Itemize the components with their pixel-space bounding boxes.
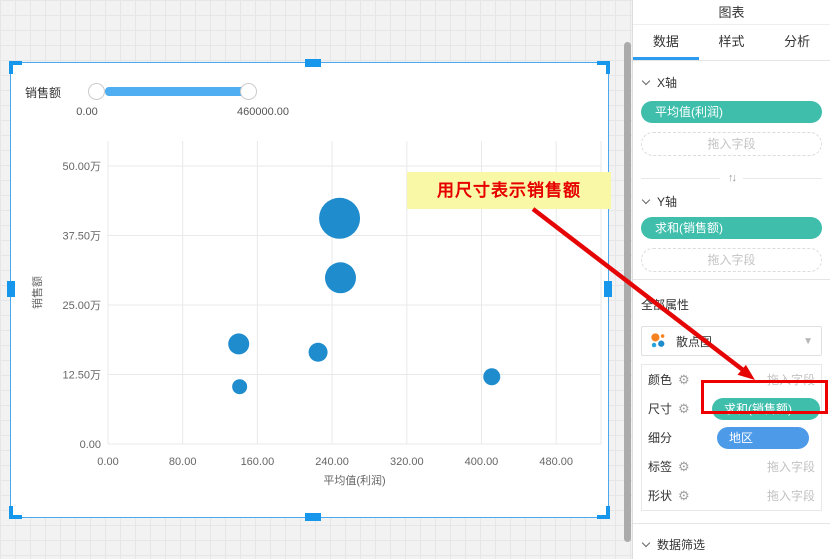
properties-box: 颜色 ⚙ 拖入字段 尺寸 ⚙ 求和(销售额) 细分 地区 标签 ⚙ (641, 364, 822, 511)
panel-tabs: 数据 样式 分析 (633, 25, 830, 61)
x-axis-header[interactable]: X轴 (641, 75, 822, 89)
gear-icon[interactable]: ⚙ (678, 488, 690, 504)
y-axis-header[interactable]: Y轴 (641, 194, 822, 208)
resize-handle-top-right[interactable] (597, 61, 610, 74)
data-filter-section: 数据筛选 (633, 537, 830, 551)
design-canvas[interactable]: 销售额 0.00 460000.00 0.0080.00160.00240.00… (0, 0, 632, 559)
y-axis-field-pill[interactable]: 求和(销售额) (641, 217, 822, 239)
chevron-down-icon (642, 538, 650, 546)
chart-type-dropdown[interactable]: 散点图 ▼ (641, 326, 822, 356)
chevron-down-icon (642, 195, 650, 203)
svg-text:销售额: 销售额 (30, 276, 44, 309)
resize-handle-bottom[interactable] (305, 513, 321, 521)
svg-text:0.00: 0.00 (97, 456, 118, 468)
svg-text:80.00: 80.00 (169, 456, 197, 468)
y-axis-dropzone[interactable]: 拖入字段 (641, 248, 822, 272)
data-filter-header[interactable]: 数据筛选 (641, 537, 822, 551)
data-filter-label: 数据筛选 (657, 536, 705, 553)
svg-text:320.00: 320.00 (390, 456, 424, 468)
resize-handle-right[interactable] (604, 281, 612, 297)
resize-handle-bottom-left[interactable] (9, 506, 22, 519)
svg-text:400.00: 400.00 (465, 456, 499, 468)
color-dropzone[interactable]: 拖入字段 (767, 371, 815, 388)
size-pill-highlight-area: 求和(销售额) (709, 395, 825, 423)
svg-text:25.00万: 25.00万 (62, 300, 101, 312)
property-row-subdivide: 细分 地区 (642, 423, 821, 452)
tab-style[interactable]: 样式 (699, 25, 765, 60)
x-axis-label: X轴 (657, 74, 677, 91)
size-field-pill[interactable]: 求和(销售额) (712, 398, 820, 420)
shape-dropzone[interactable]: 拖入字段 (767, 487, 815, 504)
panel-title: 图表 (633, 0, 830, 25)
gear-icon[interactable]: ⚙ (678, 372, 690, 388)
chevron-down-icon: ▼ (803, 336, 813, 347)
svg-text:160.00: 160.00 (241, 456, 275, 468)
x-axis-dropzone[interactable]: 拖入字段 (641, 132, 822, 156)
resize-handle-top[interactable] (305, 59, 321, 67)
gear-icon[interactable]: ⚙ (678, 459, 690, 475)
chart-config-panel: 图表 数据 样式 分析 X轴 平均值(利润) 拖入字段 ↑↓ Y轴 求和(销售额… (632, 0, 830, 559)
resize-handle-bottom-right[interactable] (597, 506, 610, 519)
chart-type-value: 散点图 (676, 333, 712, 350)
swap-axes-icon[interactable]: ↑↓ (720, 172, 743, 184)
svg-text:12.50万: 12.50万 (62, 370, 101, 382)
property-row-size: 尺寸 ⚙ 求和(销售额) (642, 394, 821, 423)
property-row-shape: 形状 ⚙ 拖入字段 (642, 481, 821, 510)
property-row-color: 颜色 ⚙ 拖入字段 (642, 365, 821, 394)
svg-text:0.00: 0.00 (80, 439, 101, 451)
axis-swap-divider: ↑↓ (641, 170, 822, 186)
svg-text:平均值(利润): 平均值(利润) (323, 473, 385, 487)
all-properties-section: 全部属性 散点图 ▼ 颜色 ⚙ 拖入字段 尺寸 ⚙ (633, 296, 830, 511)
chevron-down-icon (642, 76, 650, 84)
svg-text:37.50万: 37.50万 (62, 231, 101, 243)
axes-section: X轴 平均值(利润) 拖入字段 ↑↓ Y轴 求和(销售额) 拖入字段 (633, 75, 830, 272)
all-properties-label: 全部属性 (641, 296, 822, 313)
svg-text:50.00万: 50.00万 (62, 161, 101, 173)
scatter-chart-icon (650, 332, 668, 350)
canvas-scrollbar[interactable] (624, 42, 631, 542)
x-axis-field-pill[interactable]: 平均值(利润) (641, 101, 822, 123)
svg-text:480.00: 480.00 (539, 456, 573, 468)
scatter-plot[interactable]: 0.00 80.00 160.00 240.00 320.00 400.00 480.00 0… (11, 63, 610, 519)
label-dropzone[interactable]: 拖入字段 (767, 458, 815, 475)
annotation-note: 用尺寸表示销售额 (407, 172, 611, 209)
tab-analysis[interactable]: 分析 (764, 25, 830, 60)
resize-handle-top-left[interactable] (9, 61, 22, 74)
svg-text:240.00: 240.00 (315, 456, 349, 468)
y-axis-label: Y轴 (657, 193, 677, 210)
region-field-pill[interactable]: 地区 (717, 427, 809, 449)
chart-widget[interactable]: 销售额 0.00 460000.00 0.0080.00160.00240.00… (10, 62, 609, 518)
property-row-label: 标签 ⚙ 拖入字段 (642, 452, 821, 481)
gear-icon[interactable]: ⚙ (678, 401, 690, 417)
tab-data[interactable]: 数据 (633, 25, 699, 60)
resize-handle-left[interactable] (7, 281, 15, 297)
